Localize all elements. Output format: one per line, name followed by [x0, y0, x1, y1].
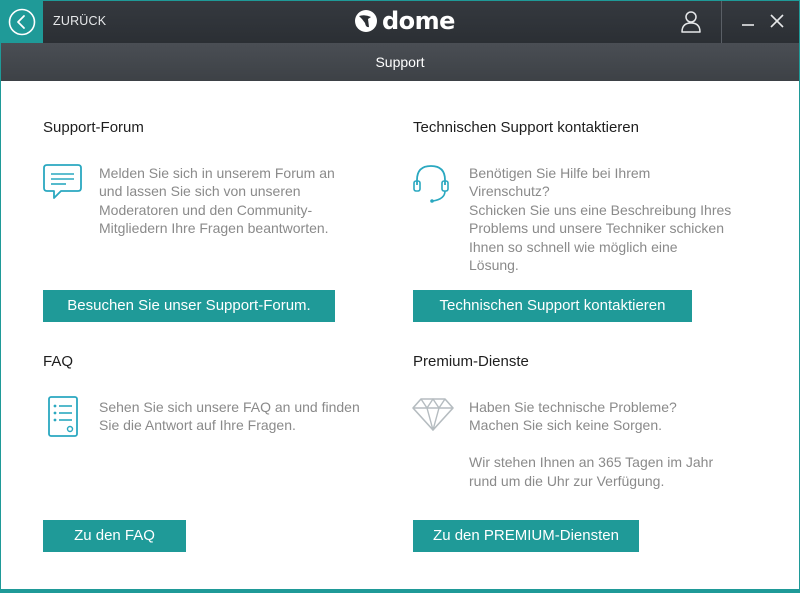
logo-text: dome — [382, 7, 455, 35]
headset-icon — [413, 165, 449, 203]
section-description: Benötigen Sie Hilfe bei Ihrem Virenschut… — [469, 165, 732, 274]
app-logo: dome — [354, 6, 455, 36]
minimize-button[interactable] — [739, 11, 759, 31]
user-icon — [681, 11, 701, 33]
minimize-icon — [742, 24, 754, 26]
contact-support-button[interactable]: Technischen Support kontaktieren — [413, 290, 692, 322]
page-title: Support — [1, 43, 799, 81]
close-button[interactable] — [767, 11, 787, 31]
section-title: Support-Forum — [43, 119, 144, 136]
back-label[interactable]: ZURÜCK — [53, 14, 106, 28]
support-forum-button[interactable]: Besuchen Sie unser Support-Forum. — [43, 290, 335, 322]
section-title: Technischen Support kontaktieren — [413, 119, 639, 136]
app-window: ZURÜCK dome Support Support-Forum Melden… — [0, 0, 800, 593]
title-bar: ZURÜCK dome — [1, 1, 799, 43]
logo-mark-icon — [355, 10, 377, 32]
faq-button[interactable]: Zu den FAQ — [43, 520, 186, 552]
document-list-icon — [48, 396, 78, 437]
close-icon — [770, 14, 784, 28]
back-arrow-icon — [8, 8, 36, 36]
premium-services-button[interactable]: Zu den PREMIUM-Diensten — [413, 520, 639, 552]
title-bar-divider — [721, 1, 722, 43]
diamond-icon — [412, 398, 454, 431]
window-bottom-border — [0, 589, 800, 593]
section-description: Sehen Sie sich unsere FAQ an und finden … — [99, 399, 360, 434]
account-button[interactable] — [671, 1, 711, 43]
section-title: FAQ — [43, 353, 74, 370]
section-description: Haben Sie technische Probleme? Machen Si… — [469, 399, 714, 489]
chat-bubble-icon — [43, 164, 82, 199]
back-button[interactable] — [1, 1, 43, 43]
section-title: Premium-Dienste — [413, 353, 529, 370]
section-description: Melden Sie sich in unserem Forum an und … — [99, 165, 335, 237]
